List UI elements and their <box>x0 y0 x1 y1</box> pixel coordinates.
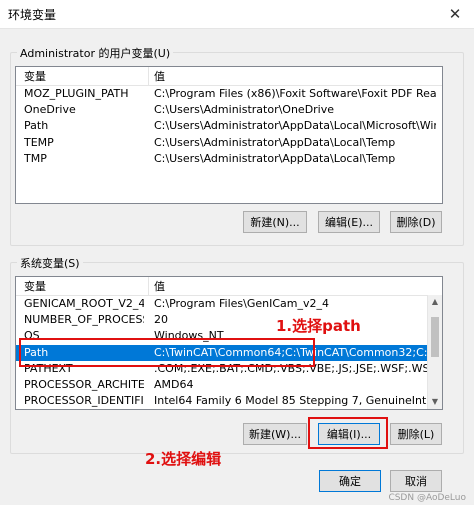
annotation-step2: 2.选择编辑 <box>145 450 222 468</box>
user-row-temp[interactable]: TEMP C:\Users\Administrator\AppData\Loca… <box>16 135 442 151</box>
user-variables-legend: Administrator 的用户变量(U) <box>17 45 174 61</box>
user-edit-button[interactable]: 编辑(E)... <box>318 211 380 233</box>
watermark: CSDN @AoDeLuo <box>388 493 466 503</box>
system-row-processor-architecture[interactable]: PROCESSOR_ARCHITECT... AMD64 <box>16 377 442 393</box>
cancel-button[interactable]: 取消 <box>390 470 442 492</box>
scroll-up-icon[interactable]: ▲ <box>428 295 442 309</box>
scroll-thumb[interactable] <box>431 317 439 357</box>
system-delete-button[interactable]: 删除(L) <box>390 423 442 445</box>
header-name[interactable]: 变量 <box>24 278 144 294</box>
scroll-down-icon[interactable]: ▼ <box>428 395 442 409</box>
user-row-tmp[interactable]: TMP C:\Users\Administrator\AppData\Local… <box>16 151 442 167</box>
system-row-genicam-root[interactable]: GENICAM_ROOT_V2_4 C:\Program Files\GenIC… <box>16 296 442 312</box>
system-row-processor-identifier[interactable]: PROCESSOR_IDENTIFIER Intel64 Family 6 Mo… <box>16 393 442 409</box>
annotation-step1: 1.选择path <box>276 317 361 335</box>
user-list-header: 变量 值 <box>16 67 442 86</box>
user-new-button[interactable]: 新建(N)... <box>243 211 307 233</box>
ok-button[interactable]: 确定 <box>319 470 381 492</box>
title-bar: 环境变量 ✕ <box>0 0 474 29</box>
window-title: 环境变量 <box>8 8 57 22</box>
system-variables-legend: 系统变量(S) <box>17 255 83 271</box>
system-new-button[interactable]: 新建(W)... <box>243 423 307 445</box>
column-divider[interactable] <box>148 277 149 295</box>
header-value[interactable]: 值 <box>154 68 436 84</box>
user-row-path[interactable]: Path C:\Users\Administrator\AppData\Loca… <box>16 118 442 134</box>
system-row-number-of-processors[interactable]: NUMBER_OF_PROCESSORS 20 <box>16 312 442 328</box>
column-divider[interactable] <box>148 67 149 85</box>
system-list-header: 变量 值 <box>16 277 442 296</box>
highlight-path-box <box>19 338 315 367</box>
header-value[interactable]: 值 <box>154 278 436 294</box>
highlight-edit-box <box>308 417 388 449</box>
user-variables-list[interactable]: 变量 值 MOZ_PLUGIN_PATH C:\Program Files (x… <box>15 66 443 204</box>
user-delete-button[interactable]: 删除(D) <box>390 211 442 233</box>
user-row-moz-plugin-path[interactable]: MOZ_PLUGIN_PATH C:\Program Files (x86)\F… <box>16 86 442 102</box>
system-list-scrollbar[interactable]: ▲ ▼ <box>427 295 442 409</box>
header-name[interactable]: 变量 <box>24 68 144 84</box>
user-row-onedrive[interactable]: OneDrive C:\Users\Administrator\OneDrive <box>16 102 442 118</box>
close-icon[interactable]: ✕ <box>436 0 474 28</box>
